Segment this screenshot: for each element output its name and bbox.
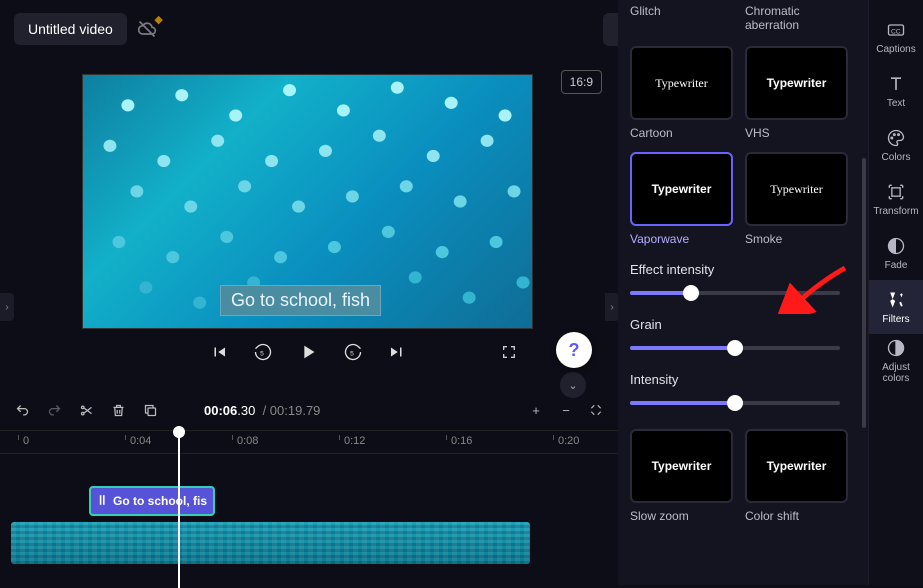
playhead[interactable] [178, 428, 180, 588]
timeline-zoom-group: + − [528, 402, 604, 418]
timeline-tracks[interactable]: Go to school, fis [0, 458, 618, 586]
effects-grid: TypewriterCartoonTypewriterVHSTypewriter… [630, 46, 856, 246]
effect-label: Vaporwave [630, 232, 733, 246]
sidebar-item-label: Adjust colors [869, 362, 923, 384]
ruler-tick: 0:12 [339, 435, 365, 440]
effect-tile-cartoon[interactable]: Typewriter Cartoon [630, 46, 733, 140]
split-icon[interactable] [78, 402, 94, 418]
slider-grain: Grain [630, 317, 856, 356]
sidebar-item-label: Captions [876, 44, 915, 55]
effects-scrollbar[interactable] [862, 158, 866, 428]
cc-icon: CC [886, 20, 906, 40]
sidebar-item-adjust-colors[interactable]: Adjust colors [869, 334, 923, 388]
project-title[interactable]: Untitled video [14, 13, 127, 45]
time-readout: 00:06.30 / 00:19.79 [204, 403, 320, 418]
right-sidebar: CC Captions Text Colors Transform Fade Filters… [868, 0, 923, 585]
slider-intensity: Intensity [630, 372, 856, 411]
effect-thumb: Typewriter [745, 429, 848, 503]
ruler-tick: 0:20 [553, 435, 579, 440]
adjust-icon [886, 338, 906, 358]
video-preview[interactable]: Go to school, fish [83, 75, 532, 328]
sidebar-item-transform[interactable]: Transform [869, 172, 923, 226]
help-button[interactable]: ? [556, 332, 592, 368]
fit-icon[interactable] [588, 402, 604, 418]
effect-thumb: Typewriter [630, 152, 733, 226]
effects-grid-bottom: Typewriter Slow zoom Typewriter Color shift [630, 429, 856, 523]
sidebar-item-filters[interactable]: Filters [869, 280, 923, 334]
chevron-down-collapse-icon[interactable]: ⌄ [560, 372, 586, 398]
ruler-tick: 0 [18, 435, 29, 440]
svg-text:CC: CC [891, 28, 901, 35]
play-icon[interactable] [297, 341, 319, 363]
effect-label: Slow zoom [630, 509, 733, 523]
effect-tile-vaporwave[interactable]: Typewriter Vaporwave [630, 152, 733, 246]
duplicate-icon[interactable] [142, 402, 158, 418]
slider-track[interactable] [630, 395, 840, 411]
effect-label: Chromatic aberration [745, 4, 848, 32]
preview-area: Go to school, fish 16:9 5 5 [0, 58, 618, 370]
sidebar-item-label: Fade [885, 260, 908, 271]
caption-clip-handle-icon[interactable] [99, 494, 107, 509]
sidebar-item-text[interactable]: Text [869, 64, 923, 118]
video-clip[interactable] [11, 522, 530, 564]
slider-label: Grain [630, 317, 856, 332]
text-icon [886, 74, 906, 94]
timeline-toolbar: 00:06.30 / 00:19.79 + − [0, 394, 618, 426]
timeline-ruler[interactable]: 0 0:04 0:08 0:12 0:16 0:20 [0, 430, 618, 454]
svg-text:5: 5 [260, 350, 264, 357]
sidebar-item-fade[interactable]: Fade [869, 226, 923, 280]
sidebar-item-colors[interactable]: Colors [869, 118, 923, 172]
sidebar-item-captions[interactable]: CC Captions [869, 10, 923, 64]
rewind-5-icon[interactable]: 5 [253, 342, 273, 362]
effects-row-labels-top: Glitch Chromatic aberration [630, 0, 856, 32]
skip-start-icon[interactable] [209, 342, 229, 362]
caption-clip[interactable]: Go to school, fis [89, 486, 215, 516]
svg-text:5: 5 [350, 350, 354, 357]
aspect-ratio-button[interactable]: 16:9 [561, 70, 602, 94]
sidebar-item-label: Transform [873, 206, 918, 217]
forward-5-icon[interactable]: 5 [343, 342, 363, 362]
fullscreen-icon[interactable] [500, 343, 518, 361]
effect-tile-vhs[interactable]: Typewriter VHS [745, 46, 848, 140]
ruler-tick: 0:16 [446, 435, 472, 440]
sidebar-item-label: Filters [882, 314, 909, 325]
undo-icon[interactable] [14, 402, 30, 418]
effect-thumb: Typewriter [745, 46, 848, 120]
filters-icon [886, 290, 906, 310]
caption-overlay[interactable]: Go to school, fish [220, 285, 381, 316]
slider-label: Intensity [630, 372, 856, 387]
redo-icon[interactable] [46, 402, 62, 418]
effect-tile-color-shift[interactable]: Typewriter Color shift [745, 429, 848, 523]
zoom-out-icon[interactable]: − [558, 402, 574, 418]
effect-tile-smoke[interactable]: Typewriter Smoke [745, 152, 848, 246]
effect-label: VHS [745, 126, 848, 140]
effect-label: Color shift [745, 509, 848, 523]
playback-controls: 5 5 [83, 338, 532, 366]
premium-badge-icon: ◆ [154, 13, 162, 26]
slider-track[interactable] [630, 340, 840, 356]
effect-thumb: Typewriter [630, 46, 733, 120]
transform-icon [886, 182, 906, 202]
delete-icon[interactable] [110, 402, 126, 418]
fade-icon [886, 236, 906, 256]
effect-label: Cartoon [630, 126, 733, 140]
ruler-tick: 0:08 [232, 435, 258, 440]
ruler-tick: 0:04 [125, 435, 151, 440]
effect-label: Glitch [630, 4, 733, 32]
cloud-sync-off-icon[interactable]: ◆ [137, 19, 157, 39]
effect-label: Smoke [745, 232, 848, 246]
effect-thumb: Typewriter [745, 152, 848, 226]
skip-end-icon[interactable] [387, 342, 407, 362]
palette-icon [886, 128, 906, 148]
caption-clip-label: Go to school, fis [113, 494, 207, 508]
zoom-in-icon[interactable]: + [528, 402, 544, 418]
effect-tile-slow-zoom[interactable]: Typewriter Slow zoom [630, 429, 733, 523]
sidebar-item-label: Colors [882, 152, 911, 163]
annotation-arrow-icon [760, 264, 850, 314]
sidebar-item-label: Text [887, 98, 905, 109]
effect-thumb: Typewriter [630, 429, 733, 503]
